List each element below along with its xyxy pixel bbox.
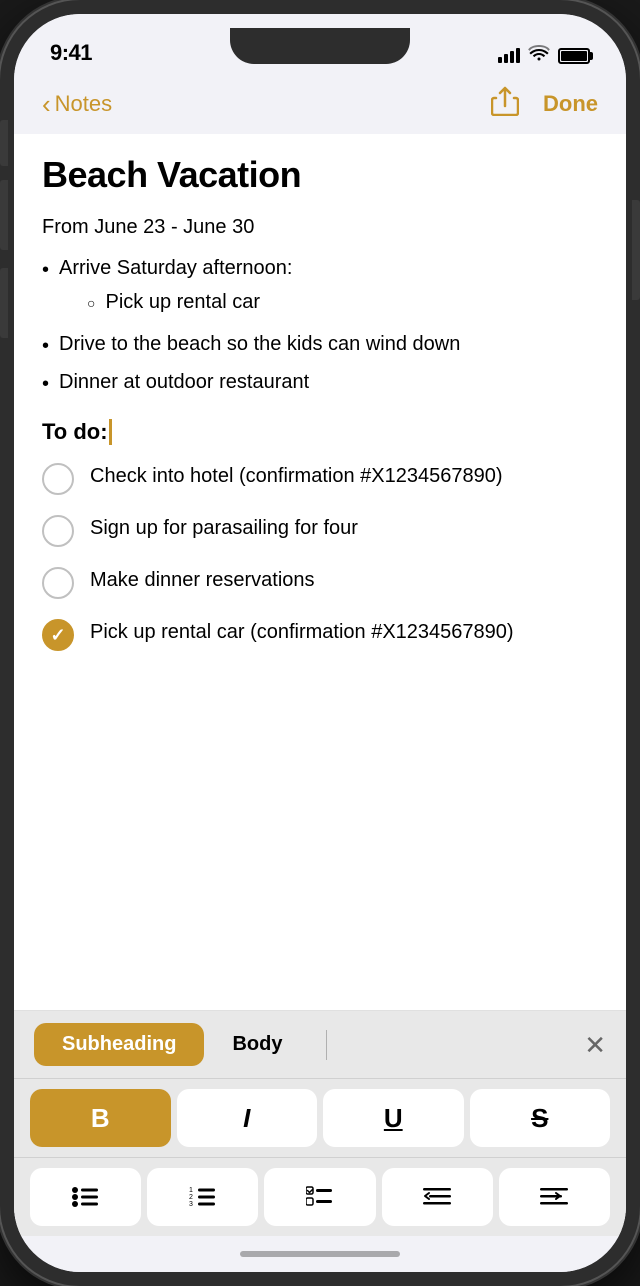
format-text-style-row: B I U S xyxy=(14,1079,626,1158)
strikethrough-button[interactable]: S xyxy=(470,1089,611,1147)
bold-button[interactable]: B xyxy=(30,1089,171,1147)
indent-left-icon xyxy=(423,1186,451,1208)
battery-icon xyxy=(558,48,590,64)
checklist-icon xyxy=(306,1186,334,1208)
svg-text:1: 1 xyxy=(189,1187,193,1194)
todo-text-2: Sign up for parasailing for four xyxy=(90,513,358,543)
todo-item-4: ✓ Pick up rental car (confirmation #X123… xyxy=(42,617,598,651)
volume-up-button[interactable] xyxy=(0,180,8,250)
todo-text-1: Check into hotel (confirmation #X1234567… xyxy=(90,461,502,491)
italic-label: I xyxy=(243,1103,250,1134)
silent-switch[interactable] xyxy=(0,120,8,166)
todo-checkbox-2[interactable] xyxy=(42,515,74,547)
sub-list: ○ Pick up rental car xyxy=(59,287,292,317)
subheading-style-button[interactable]: Subheading xyxy=(34,1023,204,1066)
strikethrough-label: S xyxy=(531,1103,548,1134)
checkmark-icon: ✓ xyxy=(50,625,65,646)
todo-item-1: Check into hotel (confirmation #X1234567… xyxy=(42,461,598,495)
bullet-list-icon xyxy=(72,1186,100,1208)
note-date: From June 23 - June 30 xyxy=(42,216,598,239)
svg-text:2: 2 xyxy=(189,1194,193,1201)
list-item: • Drive to the beach so the kids can win… xyxy=(42,329,598,361)
home-indicator xyxy=(14,1236,626,1272)
share-icon[interactable] xyxy=(491,86,519,123)
home-bar xyxy=(240,1251,400,1257)
bold-label: B xyxy=(91,1103,110,1134)
list-item-text: Arrive Saturday afternoon: xyxy=(59,257,292,279)
checklist-button[interactable] xyxy=(264,1168,375,1226)
back-button[interactable]: ‹ Notes xyxy=(42,91,112,117)
list-item-text: Dinner at outdoor restaurant xyxy=(59,367,309,397)
todo-text-3: Make dinner reservations xyxy=(90,565,315,595)
list-item-text: Drive to the beach so the kids can wind … xyxy=(59,329,460,359)
back-label: Notes xyxy=(55,91,112,117)
indent-increase-button[interactable] xyxy=(499,1168,610,1226)
format-style-row: Subheading Body ✕ xyxy=(14,1011,626,1079)
todo-heading: To do: xyxy=(42,419,598,445)
todo-checkbox-1[interactable] xyxy=(42,463,74,495)
signal-icon xyxy=(498,48,520,63)
sub-list-item: ○ Pick up rental car xyxy=(59,287,292,317)
todo-item-3: Make dinner reservations xyxy=(42,565,598,599)
bullet-icon: • xyxy=(42,255,49,285)
phone-frame: 9:41 xyxy=(0,0,640,1286)
status-time: 9:41 xyxy=(50,40,92,66)
todo-section: To do: Check into hotel (confirmation #X… xyxy=(42,419,598,651)
text-cursor xyxy=(109,419,112,445)
done-button[interactable]: Done xyxy=(543,91,598,117)
indent-decrease-button[interactable] xyxy=(382,1168,493,1226)
indent-right-icon xyxy=(540,1186,568,1208)
sub-list-item-text: Pick up rental car xyxy=(105,287,260,317)
todo-text-4: Pick up rental car (confirmation #X12345… xyxy=(90,617,514,647)
phone-screen: 9:41 xyxy=(14,14,626,1272)
sub-bullet-icon: ○ xyxy=(87,293,95,314)
list-item: • Dinner at outdoor restaurant xyxy=(42,367,598,399)
italic-button[interactable]: I xyxy=(177,1089,318,1147)
note-title: Beach Vacation xyxy=(42,154,598,196)
list-item: • Arrive Saturday afternoon: ○ Pick up r… xyxy=(42,253,598,323)
wifi-icon xyxy=(528,45,550,66)
nav-bar: ‹ Notes Done xyxy=(14,74,626,134)
bullet-list-button[interactable] xyxy=(30,1168,141,1226)
svg-text:3: 3 xyxy=(189,1201,193,1208)
numbered-list-icon: 1 2 3 xyxy=(189,1186,217,1208)
todo-checkbox-4[interactable]: ✓ xyxy=(42,619,74,651)
underline-label: U xyxy=(384,1103,403,1134)
numbered-list-button[interactable]: 1 2 3 xyxy=(147,1168,258,1226)
todo-checkbox-3[interactable] xyxy=(42,567,74,599)
nav-actions: Done xyxy=(491,86,598,123)
body-style-button[interactable]: Body xyxy=(204,1023,310,1066)
volume-down-button[interactable] xyxy=(0,268,8,338)
format-list-style-row: 1 2 3 xyxy=(14,1158,626,1236)
formatting-toolbar: Subheading Body ✕ B I U S xyxy=(14,1011,626,1236)
notch xyxy=(230,28,410,64)
note-bullet-list: • Arrive Saturday afternoon: ○ Pick up r… xyxy=(42,253,598,399)
power-button[interactable] xyxy=(632,200,640,300)
status-icons xyxy=(498,45,590,66)
todo-item-2: Sign up for parasailing for four xyxy=(42,513,598,547)
chevron-left-icon: ‹ xyxy=(42,91,51,117)
bullet-icon: • xyxy=(42,331,49,361)
toolbar-close-button[interactable]: ✕ xyxy=(584,1032,606,1058)
underline-button[interactable]: U xyxy=(323,1089,464,1147)
content-area[interactable]: Beach Vacation From June 23 - June 30 • … xyxy=(14,134,626,1010)
toolbar-separator xyxy=(326,1030,327,1060)
bullet-icon: • xyxy=(42,369,49,399)
